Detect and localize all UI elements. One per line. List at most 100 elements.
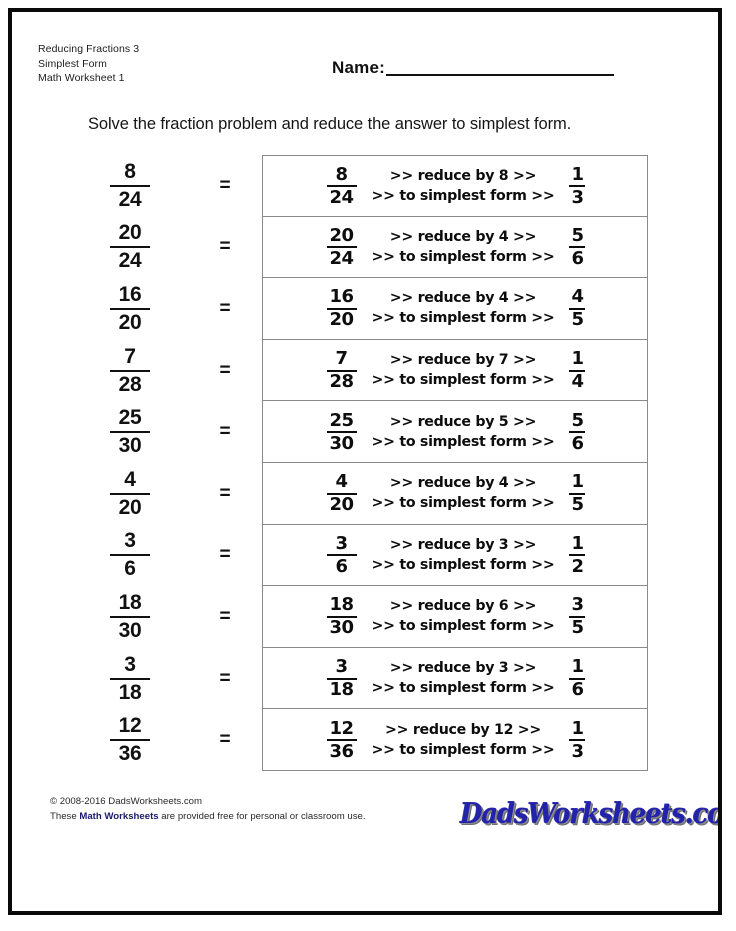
- equals-sign: =: [219, 667, 231, 689]
- equals-sign: =: [219, 297, 231, 319]
- answer-box[interactable]: 7 28 >> reduce by 7 >> >> to simplest fo…: [262, 339, 648, 402]
- reduction-steps: >> reduce by 8 >> >> to simplest form >>: [370, 166, 557, 206]
- reduction-steps: >> reduce by 7 >> >> to simplest form >>: [370, 350, 557, 390]
- problem-fraction: 8 24: [98, 160, 162, 212]
- problem-fraction: 20 24: [98, 221, 162, 273]
- problem-numerator: 3: [124, 529, 136, 553]
- fraction-bar: [110, 554, 150, 557]
- problem-numerator: 12: [118, 714, 142, 738]
- reduce-step-label: >> reduce by 6 >>: [389, 598, 537, 615]
- source-numerator: 3: [335, 532, 349, 554]
- result-fraction: 1 4: [558, 349, 596, 391]
- problem-numerator: 7: [124, 344, 136, 368]
- worksheet-title-line-3: Math Worksheet 1: [38, 72, 125, 84]
- problem-denominator: 6: [124, 557, 136, 581]
- source-denominator: 24: [329, 247, 355, 269]
- simplest-form-step-label: >> to simplest form >>: [371, 495, 555, 512]
- equals-sign: =: [219, 482, 231, 504]
- reduce-step-label: >> reduce by 5 >>: [389, 413, 537, 430]
- name-field[interactable]: Name:: [332, 59, 614, 76]
- fraction-bar: [110, 246, 150, 249]
- result-numerator: 1: [571, 471, 584, 493]
- problem-numerator: 20: [118, 221, 142, 245]
- usage-line: These Math Worksheets are provided free …: [50, 809, 366, 824]
- equals-sign: =: [219, 544, 231, 566]
- problem-fraction: 18 30: [98, 591, 162, 643]
- result-fraction: 1 2: [558, 534, 596, 576]
- answer-content: 8 24 >> reduce by 8 >> >> to simplest fo…: [263, 156, 647, 216]
- answer-content: 3 6 >> reduce by 3 >> >> to simplest for…: [263, 525, 647, 586]
- fraction-bar: [110, 677, 150, 680]
- dadsworksheets-logo[interactable]: DadsWorksheets.com: [460, 798, 718, 830]
- problem-denominator: 18: [118, 680, 142, 704]
- result-fraction: 1 6: [558, 657, 596, 699]
- result-denominator: 5: [571, 309, 584, 331]
- problem-denominator: 36: [118, 742, 142, 766]
- problem-row: 12 36 = 12 36 >> reduce by 12 >> >> to s…: [12, 709, 718, 771]
- source-fraction: 18 30: [314, 595, 370, 637]
- simplest-form-step-label: >> to simplest form >>: [371, 433, 555, 450]
- result-denominator: 3: [571, 186, 584, 208]
- result-denominator: 6: [571, 247, 584, 269]
- result-numerator: 1: [571, 532, 584, 554]
- fraction-bar: [110, 431, 150, 434]
- fraction-bar: [110, 307, 150, 310]
- answer-box[interactable]: 12 36 >> reduce by 12 >> >> to simplest …: [262, 709, 648, 771]
- reduction-steps: >> reduce by 4 >> >> to simplest form >>: [370, 227, 557, 267]
- answer-box[interactable]: 16 20 >> reduce by 4 >> >> to simplest f…: [262, 278, 648, 340]
- result-denominator: 4: [571, 371, 584, 393]
- math-worksheets-link[interactable]: Math Worksheets: [79, 811, 158, 822]
- answer-box[interactable]: 20 24 >> reduce by 4 >> >> to simplest f…: [262, 216, 648, 279]
- problem-numerator: 16: [118, 282, 142, 306]
- equals-sign: =: [219, 605, 231, 627]
- source-denominator: 20: [329, 309, 355, 331]
- answer-box[interactable]: 3 18 >> reduce by 3 >> >> to simplest fo…: [262, 647, 648, 710]
- source-fraction: 8 24: [314, 165, 370, 207]
- answer-box[interactable]: 3 6 >> reduce by 3 >> >> to simplest for…: [262, 524, 648, 587]
- source-numerator: 7: [335, 348, 349, 370]
- source-numerator: 12: [329, 717, 355, 739]
- reduce-step-label: >> reduce by 4 >>: [389, 290, 537, 307]
- result-numerator: 4: [571, 286, 584, 308]
- problem-denominator: 20: [118, 310, 142, 334]
- reduction-steps: >> reduce by 5 >> >> to simplest form >>: [370, 412, 557, 452]
- worksheet-page-inner: Reducing Fractions 3 Simplest Form Math …: [12, 12, 718, 911]
- source-denominator: 20: [329, 494, 355, 516]
- equals-sign: =: [219, 359, 231, 381]
- result-denominator: 6: [571, 432, 584, 454]
- worksheet-title-block: Reducing Fractions 3 Simplest Form Math …: [38, 42, 139, 86]
- result-denominator: 5: [571, 617, 584, 639]
- usage-prefix: These: [50, 811, 77, 822]
- reduce-step-label: >> reduce by 4 >>: [389, 475, 537, 492]
- problem-numerator: 25: [118, 406, 142, 430]
- reduce-step-label: >> reduce by 12 >>: [385, 721, 541, 738]
- problem-denominator: 28: [118, 372, 142, 396]
- source-numerator: 20: [329, 224, 355, 246]
- reduce-step-label: >> reduce by 3 >>: [389, 660, 537, 677]
- source-numerator: 16: [329, 286, 355, 308]
- problem-row: 16 20 = 16 20 >> reduce by 4 >> >> to si…: [12, 278, 718, 340]
- problem-denominator: 30: [118, 618, 142, 642]
- reduce-step-label: >> reduce by 7 >>: [389, 352, 537, 369]
- result-numerator: 1: [571, 656, 584, 678]
- answer-box[interactable]: 4 20 >> reduce by 4 >> >> to simplest fo…: [262, 462, 648, 525]
- reduction-steps: >> reduce by 4 >> >> to simplest form >>: [370, 473, 557, 513]
- answer-box[interactable]: 8 24 >> reduce by 8 >> >> to simplest fo…: [262, 155, 648, 217]
- reduction-steps: >> reduce by 12 >> >> to simplest form >…: [370, 720, 557, 760]
- reduction-steps: >> reduce by 3 >> >> to simplest form >>: [370, 535, 557, 575]
- source-fraction: 3 18: [314, 657, 370, 699]
- name-write-line[interactable]: [385, 72, 614, 76]
- simplest-form-step-label: >> to simplest form >>: [371, 372, 555, 389]
- worksheet-title-line-2: Simplest Form: [38, 57, 107, 70]
- result-numerator: 3: [571, 594, 584, 616]
- answer-box[interactable]: 18 30 >> reduce by 6 >> >> to simplest f…: [262, 586, 648, 648]
- source-numerator: 3: [335, 656, 349, 678]
- answer-box[interactable]: 25 30 >> reduce by 5 >> >> to simplest f…: [262, 401, 648, 463]
- reduce-step-label: >> reduce by 8 >>: [389, 167, 537, 184]
- result-fraction: 3 5: [558, 595, 596, 637]
- problem-fraction: 3 18: [98, 653, 162, 705]
- problem-row: 3 18 = 3 18 >> reduce by 3 >> >> to simp…: [12, 647, 718, 710]
- source-numerator: 8: [335, 163, 349, 185]
- problem-row: 4 20 = 4 20 >> reduce by 4 >> >> to simp…: [12, 462, 718, 525]
- source-fraction: 7 28: [314, 349, 370, 391]
